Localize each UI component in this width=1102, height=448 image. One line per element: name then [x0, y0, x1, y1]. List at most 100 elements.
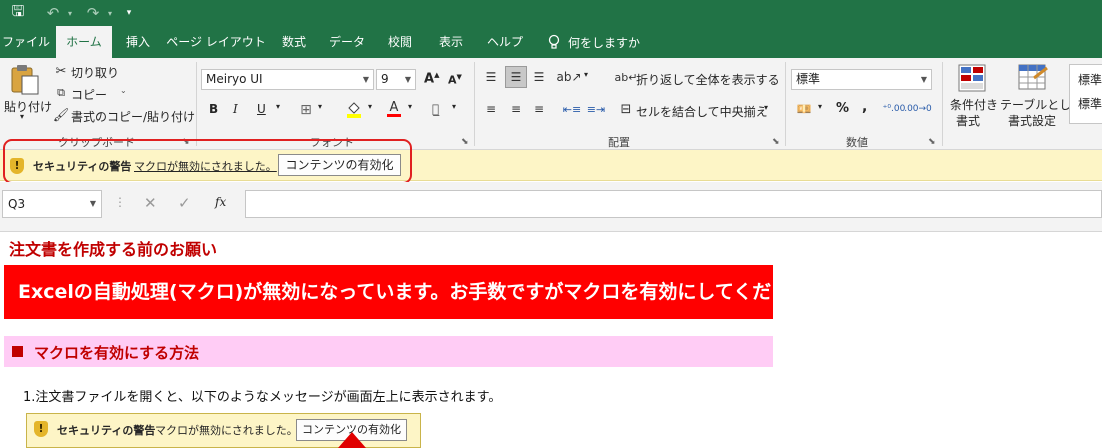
chevron-down-icon: ▼ — [920, 75, 927, 84]
conditional-format-icon — [958, 64, 986, 92]
font-launcher-icon[interactable]: ⬊ — [461, 137, 469, 147]
tab-help[interactable]: ヘルプ — [480, 26, 530, 58]
fill-color-dropdown-icon[interactable]: ▾ — [368, 102, 372, 111]
copy-button[interactable]: コピー — [71, 86, 107, 103]
border-icon[interactable]: ⊞ — [298, 102, 314, 118]
font-name-box[interactable]: Meiryo UI ▼ — [201, 69, 374, 90]
font-color-dropdown-icon[interactable]: ▾ — [408, 102, 412, 111]
separator — [942, 62, 943, 146]
currency-dropdown-icon[interactable]: ▾ — [818, 102, 822, 111]
macro-disabled-banner: Excelの自動処理(マクロ)が無効になっています。お手数ですがマクロを有効にし… — [4, 265, 828, 319]
decrease-indent-icon[interactable]: ⇤≡ — [562, 100, 582, 118]
sheet-heading: 注文書を作成する前のお願い — [9, 240, 218, 259]
increase-decimal-icon[interactable]: ⁺⁰.00 — [883, 100, 906, 118]
name-box-value: Q3 — [8, 197, 26, 211]
phonetic-dropdown-icon[interactable]: ▾ — [452, 102, 456, 111]
separator — [474, 62, 475, 146]
italic-button[interactable]: I — [233, 102, 238, 116]
wrap-text-button[interactable]: 折り返して全体を表示する — [636, 71, 780, 88]
underline-button[interactable]: U — [257, 102, 266, 116]
number-group-label: 数値 — [846, 136, 868, 149]
redo-dropdown-icon[interactable]: ▾ — [106, 3, 114, 23]
undo-icon[interactable]: ↶ — [44, 3, 62, 23]
format-painter-button[interactable]: 書式のコピー/貼り付け — [71, 108, 195, 125]
alignment-group-label: 配置 — [608, 136, 630, 149]
tab-insert[interactable]: 挿入 — [116, 26, 160, 58]
align-top-icon[interactable]: ☰ — [482, 68, 500, 86]
font-size-box[interactable]: 9 ▼ — [376, 69, 416, 90]
align-center-icon[interactable]: ≡ — [507, 100, 525, 118]
ribbon-tabs: ファイル ホーム 挿入 ページ レイアウト 数式 データ 校閲 表示 ヘルプ 何… — [0, 26, 1102, 58]
conditional-format-button[interactable]: 条件付き 書式 — [948, 62, 998, 130]
tab-page-layout[interactable]: ページ レイアウト — [164, 26, 268, 58]
merge-center-button[interactable]: セルを結合して中央揃え — [636, 103, 768, 120]
conditional-format-label-1: 条件付き — [950, 98, 999, 112]
tell-me[interactable]: 何をしますか — [548, 26, 640, 58]
bold-button[interactable]: B — [209, 102, 218, 116]
align-right-icon[interactable]: ≡ — [530, 100, 548, 118]
cell-style-normal[interactable]: 標準 — [1078, 71, 1102, 88]
align-middle-icon[interactable]: ☰ — [505, 66, 527, 88]
format-painter-icon: 🖌 — [52, 107, 70, 123]
number-launcher-icon[interactable]: ⬊ — [928, 137, 936, 147]
shrink-font-button[interactable]: A▼ — [448, 73, 462, 87]
comma-button[interactable]: , — [862, 99, 867, 115]
chevron-down-icon: ▼ — [89, 199, 96, 208]
phonetic-icon[interactable]: 亜̲ — [432, 102, 439, 116]
grow-font-button[interactable]: A▲ — [424, 71, 439, 86]
insert-function-icon[interactable]: fx — [215, 195, 226, 209]
percent-button[interactable]: % — [836, 101, 849, 116]
separator — [785, 62, 786, 146]
decrease-decimal-icon[interactable]: .00→0 — [904, 100, 932, 118]
alignment-launcher-icon[interactable]: ⬊ — [772, 137, 780, 147]
save-icon[interactable]: 🖫 — [8, 2, 28, 23]
pointer-arrow-icon — [338, 432, 366, 448]
increase-indent-icon[interactable]: ≡⇥ — [586, 100, 606, 118]
copy-icon: ⧉ — [57, 86, 65, 99]
drag-handle-icon[interactable]: ⋮ — [114, 195, 126, 209]
underline-dropdown-icon[interactable]: ▾ — [276, 102, 280, 111]
number-format-box[interactable]: 標準 ▼ — [791, 69, 932, 90]
tab-formulas[interactable]: 数式 — [272, 26, 316, 58]
orientation-icon[interactable]: ab↗ — [556, 68, 581, 86]
name-box[interactable]: Q3 ▼ — [2, 190, 102, 218]
tab-view[interactable]: 表示 — [426, 26, 476, 58]
enter-icon[interactable]: ✓ — [178, 194, 191, 212]
align-bottom-icon[interactable]: ☰ — [530, 68, 548, 86]
redo-icon[interactable]: ↷ — [84, 3, 102, 23]
tell-me-text: 何をしますか — [568, 35, 641, 50]
title-bar: 🖫 ↶ ▾ ↷ ▾ ▾ — [0, 0, 1102, 26]
paste-button[interactable]: 貼り付け ▾ — [2, 62, 52, 126]
cell-styles-gallery[interactable]: 標準 標準 — [1069, 64, 1102, 124]
section-header: マクロを有効にする方法 — [4, 336, 773, 367]
cancel-icon[interactable]: ✕ — [144, 194, 157, 212]
currency-icon[interactable]: 💴 — [794, 100, 814, 118]
customize-qat-icon[interactable]: ▾ — [124, 3, 134, 23]
copy-dropdown-icon[interactable]: ⌄ — [120, 86, 127, 95]
tab-home[interactable]: ホーム — [56, 26, 112, 58]
tab-data[interactable]: データ — [320, 26, 374, 58]
align-left-icon[interactable]: ≡ — [482, 100, 500, 118]
format-as-table-label-2: 書式設定 — [1008, 114, 1057, 128]
cut-button[interactable]: 切り取り — [71, 64, 119, 81]
highlight-ring — [3, 139, 412, 184]
undo-dropdown-icon[interactable]: ▾ — [66, 3, 74, 23]
chevron-down-icon: ▼ — [362, 75, 369, 84]
merge-dropdown-icon[interactable]: ▾ — [764, 103, 768, 112]
conditional-format-label-2: 書式 — [956, 114, 981, 128]
tab-file[interactable]: ファイル — [0, 26, 52, 58]
section-title: マクロを有効にする方法 — [34, 344, 200, 362]
step-1-text: 1.注文書ファイルを開くと、以下のようなメッセージが画面左上に表示されます。 — [23, 390, 502, 405]
fill-color-icon[interactable] — [346, 100, 362, 118]
tab-review[interactable]: 校閲 — [378, 26, 422, 58]
separator — [196, 62, 197, 146]
formula-input[interactable] — [245, 190, 1102, 218]
cell-style-normal-2[interactable]: 標準 — [1078, 95, 1102, 112]
format-as-table-button[interactable]: テーブルとして 書式設定 — [998, 62, 1083, 130]
warning-shield-icon: ! — [34, 421, 48, 437]
font-color-icon[interactable]: A — [386, 100, 402, 118]
lightbulb-icon — [548, 34, 560, 49]
border-dropdown-icon[interactable]: ▾ — [318, 102, 322, 111]
font-color-letter: A — [389, 100, 399, 115]
orientation-dropdown-icon[interactable]: ▾ — [584, 70, 588, 79]
